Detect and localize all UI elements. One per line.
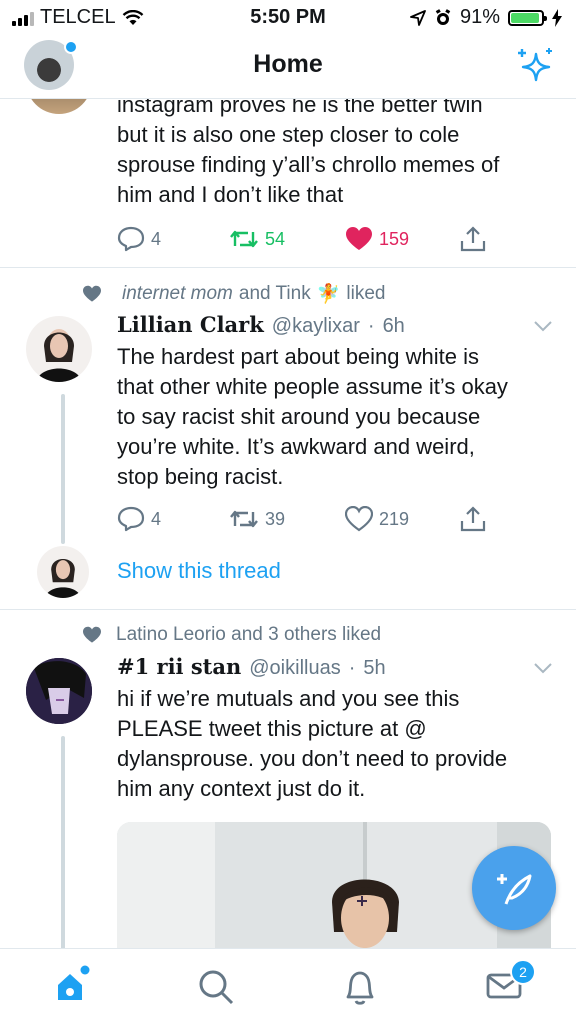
tweet-2-text: The hardest part about being white is th… bbox=[117, 342, 567, 492]
social-context: Latino Leorio and 3 others liked bbox=[82, 624, 381, 646]
reply-count: 4 bbox=[151, 228, 162, 249]
tweet-text-line: hi if we’re mutuals and you see this bbox=[117, 686, 460, 711]
social-context: internet mom and Tink 🧚 liked bbox=[82, 282, 385, 306]
reply-button[interactable]: 4 bbox=[117, 506, 229, 532]
retweet-icon bbox=[230, 230, 258, 248]
tweet-text-line: him and I don’t like that bbox=[117, 182, 344, 207]
alarm-icon bbox=[435, 8, 451, 25]
like-count: 219 bbox=[379, 508, 410, 529]
tweet-text-line: you’re white. It’s awkward and weird, bbox=[117, 434, 475, 459]
tweet-text-line: dylansprouse. you don’t need to provide bbox=[117, 746, 508, 771]
share-icon[interactable] bbox=[460, 506, 486, 532]
thread-line bbox=[61, 394, 65, 544]
tweet-text-line: but it is also one step closer to cole bbox=[117, 122, 460, 147]
search-icon bbox=[199, 970, 234, 1005]
battery-percent: 91% bbox=[459, 6, 500, 28]
reply-count: 4 bbox=[151, 508, 162, 529]
tweet-2[interactable]: internet mom and Tink 🧚 liked Lillian Cl… bbox=[0, 268, 576, 608]
liker-name[interactable]: internet mom bbox=[122, 283, 233, 305]
compose-tweet-button[interactable] bbox=[472, 846, 556, 930]
tweet-2-header: Lillian Clark @kaylixar · 6h bbox=[117, 312, 537, 338]
heart-icon bbox=[83, 285, 101, 302]
tweet-1-actions: 4 54 159 bbox=[117, 226, 557, 252]
reply-icon bbox=[117, 506, 145, 532]
timestamp[interactable]: 5h bbox=[363, 657, 385, 680]
retweet-button[interactable]: 39 bbox=[229, 508, 345, 530]
retweet-icon bbox=[230, 510, 258, 528]
heart-icon bbox=[83, 626, 101, 643]
liked-label: liked bbox=[346, 283, 386, 304]
share-icon[interactable] bbox=[460, 226, 486, 252]
tweet-text-line: instagram proves he is the better twin bbox=[117, 98, 483, 117]
page-title: Home bbox=[253, 50, 323, 78]
status-bar: TELCEL 5:50 PM 91% bbox=[0, 0, 576, 36]
tweet-text-line: sprouse finding y’all’s chrollo memes of bbox=[117, 152, 500, 177]
tweet-text-line: that other white people assume it’s okay bbox=[117, 374, 508, 399]
tweet-text-line: PLEASE tweet this picture at @ bbox=[117, 716, 427, 741]
battery-icon bbox=[508, 9, 547, 26]
tweet-2-avatar[interactable] bbox=[26, 316, 92, 382]
separator-dot: · bbox=[348, 657, 356, 679]
bottom-tab-bar: 2 bbox=[0, 948, 576, 1025]
messages-badge: 2 bbox=[510, 959, 536, 985]
tab-notifications[interactable] bbox=[340, 967, 380, 1007]
thread-avatar[interactable] bbox=[37, 546, 89, 598]
user-handle[interactable]: @oikilluas bbox=[249, 657, 340, 680]
tab-home[interactable] bbox=[52, 965, 92, 1005]
bell-icon bbox=[346, 971, 374, 1005]
tweet-1-avatar[interactable] bbox=[26, 98, 92, 114]
tweet-1-text: instagram proves he is the better twin b… bbox=[117, 98, 557, 210]
tweet-3-avatar[interactable] bbox=[26, 658, 92, 724]
fairy-emoji: 🧚 bbox=[316, 284, 341, 305]
show-thread-link[interactable]: Show this thread bbox=[117, 558, 281, 584]
like-count: 159 bbox=[379, 228, 410, 249]
home-icon bbox=[58, 965, 90, 1000]
like-button[interactable]: 159 bbox=[345, 226, 460, 252]
social-context-text[interactable]: Latino Leorio and 3 others liked bbox=[116, 624, 381, 646]
tweet-text-line: him any context just do it. bbox=[117, 776, 366, 801]
tweet-3-header: #1 rii stan @oikilluas · 5h bbox=[117, 654, 537, 680]
charging-icon bbox=[552, 8, 562, 27]
heart-icon bbox=[346, 227, 372, 250]
display-name[interactable]: Lillian Clark bbox=[117, 312, 264, 337]
liker-name[interactable]: and Tink bbox=[239, 283, 311, 305]
separator-dot: · bbox=[367, 315, 375, 337]
reply-icon bbox=[117, 226, 145, 252]
tab-search[interactable] bbox=[196, 967, 236, 1007]
retweet-count: 54 bbox=[265, 228, 286, 249]
location-icon bbox=[410, 9, 426, 26]
tweet-3-text: hi if we’re mutuals and you see this PLE… bbox=[117, 684, 567, 804]
tweet-1[interactable]: instagram proves he is the better twin b… bbox=[0, 98, 576, 267]
top-nav: Home bbox=[0, 36, 576, 99]
display-name[interactable]: #1 rii stan bbox=[117, 654, 241, 679]
like-button[interactable]: 219 bbox=[345, 506, 460, 532]
tweet-2-actions: 4 39 219 bbox=[117, 506, 557, 532]
timestamp[interactable]: 6h bbox=[383, 315, 405, 338]
sparkle-icon[interactable] bbox=[514, 46, 554, 86]
tweet-text-line: The hardest part about being white is bbox=[117, 344, 480, 369]
retweet-count: 39 bbox=[265, 508, 286, 529]
status-right: 91% bbox=[410, 6, 562, 29]
tweet-text-line: stop being racist. bbox=[117, 464, 284, 489]
user-handle[interactable]: @kaylixar bbox=[272, 315, 360, 338]
tweet-text-line: to say racist shit around you because bbox=[117, 404, 481, 429]
retweet-button[interactable]: 54 bbox=[229, 228, 345, 250]
thread-line bbox=[61, 736, 65, 948]
heart-icon bbox=[345, 506, 373, 532]
compose-icon bbox=[497, 874, 532, 905]
chevron-down-icon[interactable] bbox=[533, 662, 553, 674]
reply-button[interactable]: 4 bbox=[117, 226, 229, 252]
chevron-down-icon[interactable] bbox=[533, 320, 553, 332]
